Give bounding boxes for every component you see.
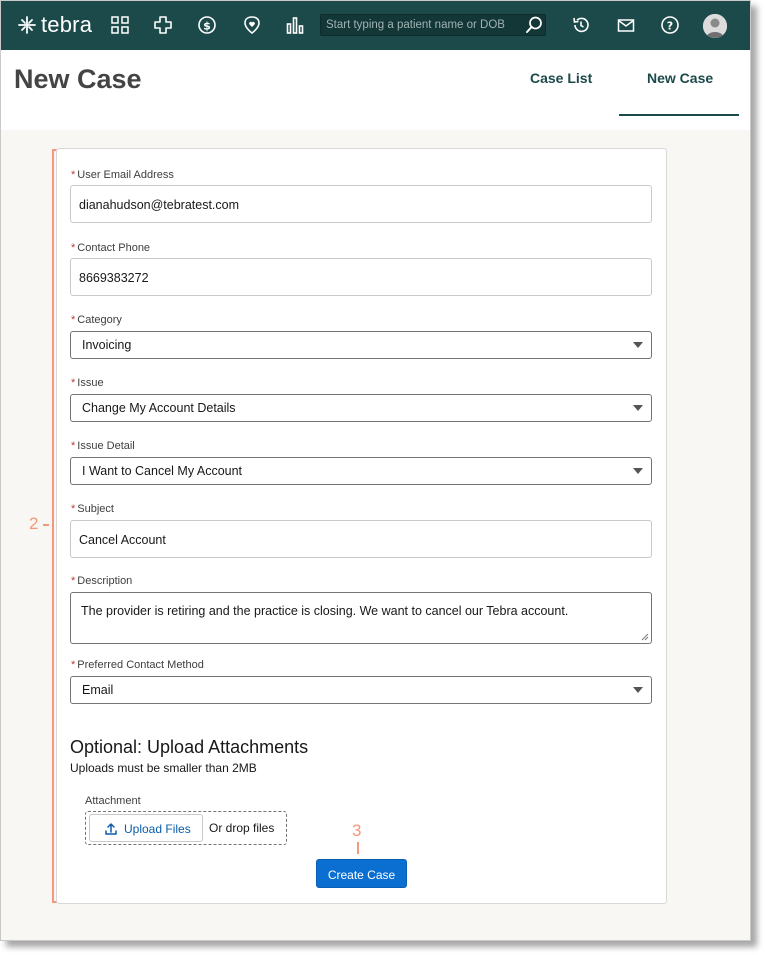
dollar-icon[interactable]: $ [197,15,217,35]
category-label-text: Category [77,314,122,326]
category-selected-value: Invoicing [82,338,132,352]
chevron-down-icon [633,342,643,348]
mail-icon[interactable] [616,15,636,35]
help-icon[interactable]: ? [660,15,680,35]
attachment-label: Attachment [85,795,141,807]
user-avatar-icon [703,14,727,38]
user-email-label-text: User Email Address [77,169,174,181]
drop-files-text: Or drop files [209,821,275,835]
subject-field[interactable]: Cancel Account [70,520,652,558]
active-tab-indicator [619,114,739,116]
top-navigation-bar: tebra $ Start typing a patient name or D… [1,1,750,50]
subject-label-text: Subject [77,503,114,515]
svg-text:$: $ [203,20,211,33]
create-case-button[interactable]: Create Case [316,859,407,888]
user-avatar[interactable] [703,14,727,38]
required-mark: * [71,377,76,389]
bar-chart-icon[interactable] [285,15,305,35]
preferred-contact-label-text: Preferred Contact Method [77,659,204,671]
required-mark: * [71,659,76,671]
user-email-field[interactable]: dianahudson@tebratest.com [70,185,652,223]
tab-case-list[interactable]: Case List [530,70,592,86]
issue-detail-label: * Issue Detail [71,440,135,452]
chevron-down-icon [633,405,643,411]
search-icon[interactable] [524,15,544,35]
required-mark: * [71,575,76,587]
required-mark: * [71,440,76,452]
issue-detail-select[interactable]: I Want to Cancel My Account [70,457,652,485]
preferred-contact-select[interactable]: Email [70,676,652,704]
heart-shield-icon[interactable] [242,15,262,35]
preferred-contact-label: * Preferred Contact Method [71,659,204,671]
chevron-down-icon [633,468,643,474]
file-dropzone[interactable]: Upload Files Or drop files [85,811,287,845]
new-case-form: * User Email Address dianahudson@tebrates… [56,148,667,904]
user-email-label: * User Email Address [71,169,174,181]
required-mark: * [71,314,76,326]
app-window: tebra $ Start typing a patient name or D… [0,0,751,941]
description-label-text: Description [77,575,133,587]
description-textarea[interactable]: The provider is retiring and the practic… [70,592,652,644]
resize-handle-icon[interactable] [641,633,649,641]
step-2-dash [43,524,49,526]
logo-text: tebra [41,12,93,37]
chevron-down-icon [633,687,643,693]
required-mark: * [71,169,76,181]
contact-phone-label-text: Contact Phone [77,242,151,254]
description-value: The provider is retiring and the practic… [81,604,569,618]
subject-label: * Subject [71,503,114,515]
required-mark: * [71,503,76,515]
attachments-section-title: Optional: Upload Attachments [70,737,309,757]
patient-search-input[interactable]: Start typing a patient name or DOB [320,14,546,36]
issue-label: * Issue [71,377,104,389]
issue-detail-selected-value: I Want to Cancel My Account [82,464,243,478]
upload-files-label: Upload Files [124,822,191,836]
step-3-label: 3 [352,821,362,840]
issue-label-text: Issue [77,377,104,389]
upload-icon [105,823,117,835]
tab-new-case[interactable]: New Case [647,70,713,86]
issue-selected-value: Change My Account Details [82,401,236,415]
category-label: * Category [71,314,122,326]
upload-files-button[interactable]: Upload Files [89,814,203,842]
svg-text:?: ? [667,20,673,33]
contact-phone-label: * Contact Phone [71,242,150,254]
required-mark: * [71,242,76,254]
issue-detail-label-text: Issue Detail [77,440,135,452]
tebra-logo[interactable]: tebra [17,13,92,37]
grid-icon[interactable] [110,15,130,35]
plus-icon[interactable] [153,15,173,35]
step-2-label: 2 [29,514,39,533]
page-title: New Case [14,64,142,94]
issue-select[interactable]: Change My Account Details [70,394,652,422]
preferred-contact-selected-value: Email [82,683,114,697]
category-select[interactable]: Invoicing [70,331,652,359]
page-header: New Case Case List New Case [1,50,750,130]
contact-phone-field[interactable]: 8669383272 [70,258,652,296]
step-3-pointer [357,842,359,854]
attachments-size-note: Uploads must be smaller than 2MB [70,761,257,775]
tebra-logo-mark-icon [18,16,36,34]
history-icon[interactable] [571,15,591,35]
description-label: * Description [71,575,132,587]
